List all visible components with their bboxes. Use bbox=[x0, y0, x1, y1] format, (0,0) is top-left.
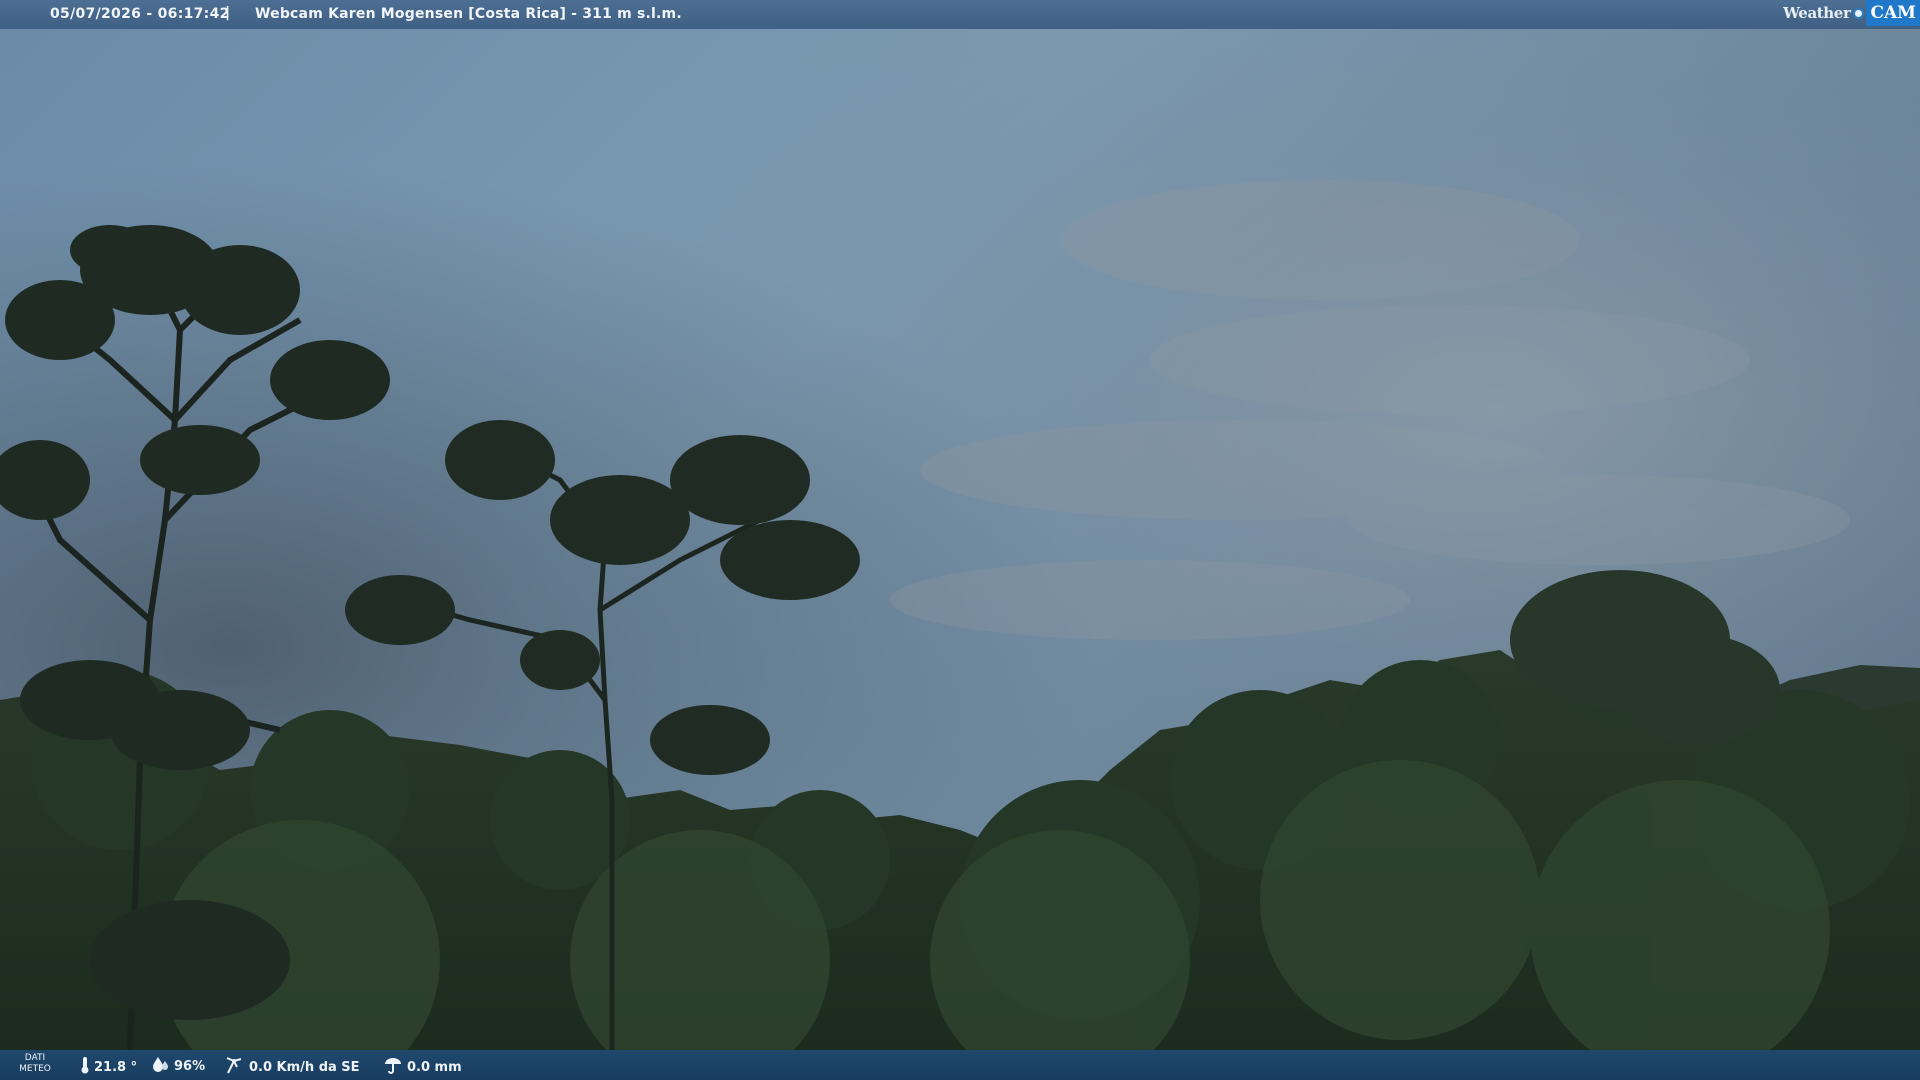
meteo-data-bar: DATI METEO 21.8 ° 96% 0.0 Km/h da SE 0.0… bbox=[0, 1050, 1920, 1080]
logo-dot-icon bbox=[1853, 7, 1865, 19]
webcam-image bbox=[0, 0, 1920, 1080]
thermometer-icon bbox=[80, 1056, 90, 1078]
header-separator: | bbox=[225, 5, 231, 21]
temperature-reading: 21.8 ° bbox=[80, 1056, 137, 1078]
humidity-value: 96% bbox=[174, 1058, 206, 1074]
meteo-label-line1: DATI bbox=[24, 1053, 46, 1063]
meteo-label: DATI METEO bbox=[12, 1053, 58, 1075]
wind-value: 0.0 Km/h da SE bbox=[249, 1059, 360, 1075]
humidity-reading: 96% bbox=[152, 1056, 205, 1076]
info-header-bar: 05/07/2026 - 06:17:42 | Webcam Karen Mog… bbox=[0, 0, 1920, 29]
wind-icon bbox=[225, 1056, 245, 1078]
rain-gauge-icon bbox=[383, 1056, 403, 1078]
humidity-drop-icon bbox=[152, 1056, 170, 1076]
timestamp: 05/07/2026 - 06:17:42 bbox=[50, 6, 230, 22]
rain-reading: 0.0 mm bbox=[383, 1056, 462, 1078]
wind-reading: 0.0 Km/h da SE bbox=[225, 1056, 360, 1078]
weathercam-logo[interactable]: Weather CAM bbox=[1783, 0, 1920, 26]
temperature-value: 21.8 ° bbox=[94, 1059, 138, 1075]
rain-value: 0.0 mm bbox=[407, 1059, 462, 1075]
logo-cam: CAM bbox=[1866, 0, 1920, 26]
webcam-title: Webcam Karen Mogensen [Costa Rica] - 311… bbox=[255, 6, 682, 22]
landscape-scene bbox=[0, 0, 1920, 1080]
logo-word: Weather bbox=[1783, 4, 1851, 22]
meteo-label-line2: METEO bbox=[19, 1064, 51, 1074]
